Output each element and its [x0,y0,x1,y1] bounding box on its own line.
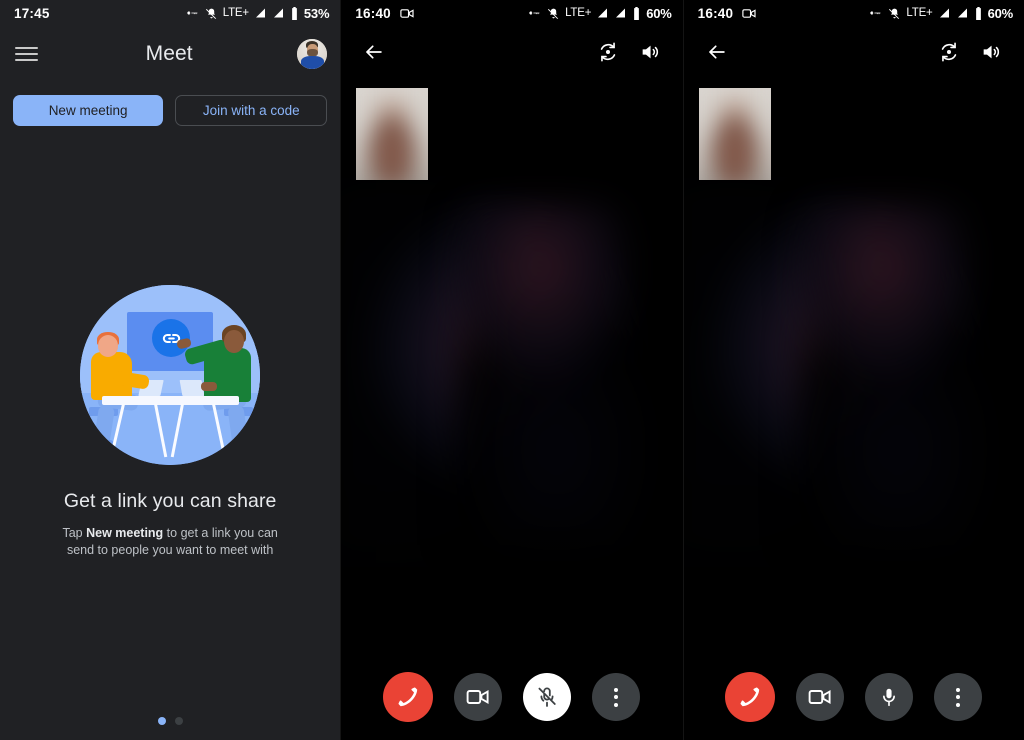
page-dot-1[interactable] [157,717,166,725]
network-type-label: LTE+ [906,7,933,19]
signal-bars-icon-2 [614,7,627,19]
signal-bars-icon-2 [956,7,969,19]
action-button-row: New meeting Join with a code [0,95,340,126]
page-dot-2[interactable] [174,717,183,725]
speaker-volume-icon[interactable] [974,35,1008,69]
status-clock: 16:40 [697,5,734,21]
app-bar: Meet [0,26,340,82]
empty-state: Get a link you can share Tap New meeting… [0,285,340,560]
signal-bars-icon [254,7,267,19]
camera-toggle-button[interactable] [796,673,845,721]
battery-percent-label: 60% [987,5,1014,21]
vibrate-off-icon [547,7,560,20]
status-bar: 16:40 LTE+ 60% [684,0,1024,26]
join-with-code-button[interactable]: Join with a code [175,95,328,126]
switch-camera-icon[interactable] [591,35,625,69]
page-indicator [0,717,340,725]
battery-icon [290,6,299,20]
call-toolbar [684,26,1024,78]
more-options-button[interactable] [592,673,641,721]
empty-state-description: Tap New meeting to get a link you can se… [50,525,290,560]
panel-call-muted: 16:40 LTE+ 60% [340,0,683,740]
microphone-toggle-button[interactable] [865,673,914,721]
self-view-thumbnail[interactable] [698,88,771,180]
panel-call-unmuted: 16:40 LTE+ 60% [682,0,1024,740]
more-vert-icon [614,687,619,707]
network-type-label: LTE+ [565,7,592,19]
call-controls [684,654,1024,740]
vpn-key-icon [527,7,542,19]
vpn-key-icon [185,7,200,19]
status-bar: 16:40 LTE+ 60% [341,0,682,26]
vibrate-off-icon [205,7,218,20]
vibrate-off-icon [888,7,901,20]
more-vert-icon [956,687,961,707]
self-view-thumbnail[interactable] [356,88,429,180]
battery-percent-label: 60% [646,5,672,21]
call-controls [341,654,682,740]
video-call-active-icon [742,8,757,19]
desc-bold: New meeting [86,526,164,540]
battery-percent-label: 53% [303,5,330,21]
signal-bars-icon [596,7,609,19]
status-icons: LTE+ 60% [868,6,1013,21]
signal-bars-icon [938,7,951,19]
call-toolbar [341,26,682,78]
page-title: Meet [145,42,193,65]
empty-state-title: Get a link you can share [63,490,277,512]
status-bar: 17:45 LTE+ 53% [0,0,340,26]
new-meeting-button[interactable]: New meeting [13,95,164,126]
desc-prefix: Tap [62,526,87,540]
switch-camera-icon[interactable] [932,35,966,69]
end-call-button[interactable] [725,672,776,722]
video-call-active-icon [400,8,415,19]
two-people-meeting-link-illustration [80,285,261,465]
camera-toggle-button[interactable] [454,673,503,721]
battery-icon [974,6,983,20]
status-icons: LTE+ 60% [527,6,672,21]
vpn-key-icon [868,7,883,19]
end-call-button[interactable] [383,672,434,722]
status-icons: LTE+ 53% [185,6,330,21]
screenshot-root: 17:45 LTE+ 53% Meet New meeting Join wit… [0,0,1024,740]
microphone-toggle-button[interactable] [523,673,572,721]
back-arrow-icon[interactable] [700,35,734,69]
status-clock: 16:40 [355,5,391,21]
avatar[interactable] [297,39,328,69]
battery-icon [632,6,641,20]
status-clock: 17:45 [14,5,50,21]
panel-meet-home: 17:45 LTE+ 53% Meet New meeting Join wit… [0,0,341,740]
network-type-label: LTE+ [222,7,249,19]
speaker-volume-icon[interactable] [633,35,667,69]
back-arrow-icon[interactable] [357,35,391,69]
more-options-button[interactable] [934,673,983,721]
signal-bars-icon-2 [272,7,285,19]
